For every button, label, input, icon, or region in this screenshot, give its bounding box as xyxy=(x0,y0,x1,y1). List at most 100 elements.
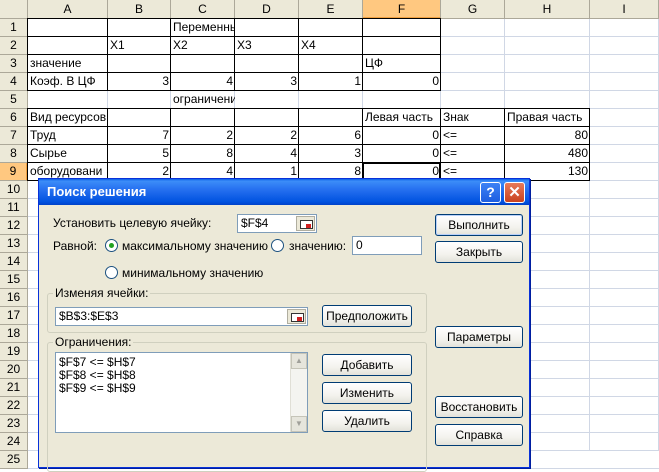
cell-e4[interactable]: 1 xyxy=(299,73,363,90)
row-header-6[interactable]: 6 xyxy=(0,109,28,127)
cell-a8[interactable]: Сырье xyxy=(28,145,108,162)
cell-d2[interactable]: X3 xyxy=(235,37,299,54)
list-item[interactable]: $F$9 <= $H$9 xyxy=(59,382,136,395)
row-header-16[interactable]: 16 xyxy=(0,289,28,307)
value-input[interactable]: 0 xyxy=(352,236,422,255)
row-header-22[interactable]: 22 xyxy=(0,397,28,415)
cell-c2[interactable]: X2 xyxy=(171,37,235,54)
cell-e7[interactable]: 6 xyxy=(299,127,363,144)
cell-c8[interactable]: 8 xyxy=(171,145,235,162)
row-header-7[interactable]: 7 xyxy=(0,127,28,145)
cell-f6[interactable]: Левая часть xyxy=(363,109,441,126)
column-header-h[interactable]: H xyxy=(505,0,590,19)
cell-d7[interactable]: 2 xyxy=(235,127,299,144)
cell-c1[interactable]: Переменные xyxy=(171,19,235,36)
cell-f4[interactable]: 0 xyxy=(363,73,441,90)
cell-g6[interactable]: Знак xyxy=(441,109,505,126)
cell-a7[interactable]: Труд xyxy=(28,127,108,144)
column-header-c[interactable]: C xyxy=(171,0,235,19)
cell-g8[interactable]: <= xyxy=(441,145,505,162)
row-header-13[interactable]: 13 xyxy=(0,235,28,253)
column-header-b[interactable]: B xyxy=(108,0,171,19)
cell-b8[interactable]: 5 xyxy=(108,145,171,162)
radio-value[interactable] xyxy=(271,239,284,252)
options-button[interactable]: Параметры xyxy=(435,326,523,348)
cell-c4[interactable]: 4 xyxy=(171,73,235,90)
row-header-24[interactable]: 24 xyxy=(0,433,28,451)
row-header-12[interactable]: 12 xyxy=(0,217,28,235)
cell-g7[interactable]: <= xyxy=(441,127,505,144)
column-header-d[interactable]: D xyxy=(235,0,299,19)
cell-c5[interactable]: ограничения xyxy=(171,91,235,108)
collapse-dialog-icon[interactable] xyxy=(296,216,315,231)
row-header-2[interactable]: 2 xyxy=(0,37,28,55)
changing-cells-input[interactable]: $B$3:$E$3 xyxy=(55,307,308,326)
grid-line xyxy=(28,90,659,91)
row-header-21[interactable]: 21 xyxy=(0,379,28,397)
select-all-corner[interactable] xyxy=(0,0,28,19)
column-header-a[interactable]: A xyxy=(28,0,108,19)
row-header-11[interactable]: 11 xyxy=(0,199,28,217)
row-header-18[interactable]: 18 xyxy=(0,325,28,343)
row-header-20[interactable]: 20 xyxy=(0,361,28,379)
row-header-5[interactable]: 5 xyxy=(0,91,28,109)
radio-value-label[interactable]: значению: xyxy=(289,239,346,253)
scroll-up-icon[interactable]: ▲ xyxy=(291,353,307,369)
change-button[interactable]: Изменить xyxy=(322,382,412,404)
row-header-14[interactable]: 14 xyxy=(0,253,28,271)
dialog-titlebar[interactable]: Поиск решения ? ✕ xyxy=(39,179,529,205)
help-button[interactable]: Справка xyxy=(435,424,523,446)
row-header-17[interactable]: 17 xyxy=(0,307,28,325)
column-header-i[interactable]: I xyxy=(590,0,659,19)
solve-button[interactable]: Выполнить xyxy=(435,214,523,236)
row-header-4[interactable]: 4 xyxy=(0,73,28,91)
target-cell-input[interactable]: $F$4 xyxy=(237,214,317,233)
cell-c7[interactable]: 2 xyxy=(171,127,235,144)
close-icon[interactable]: ✕ xyxy=(504,182,525,203)
cell-border xyxy=(363,19,441,37)
cell-e2[interactable]: X4 xyxy=(299,37,363,54)
cell-f7[interactable]: 0 xyxy=(363,127,441,144)
cell-b2[interactable]: X1 xyxy=(108,37,171,54)
cell-e8[interactable]: 3 xyxy=(299,145,363,162)
radio-max[interactable] xyxy=(105,239,118,252)
cell-h6[interactable]: Правая часть xyxy=(505,109,590,126)
row-header-1[interactable]: 1 xyxy=(0,19,28,37)
reset-button[interactable]: Восстановить xyxy=(435,396,523,418)
scroll-down-icon[interactable]: ▼ xyxy=(291,416,307,432)
radio-min-label[interactable]: минимальному значению xyxy=(122,266,263,280)
guess-button[interactable]: Предположить xyxy=(322,305,412,327)
constraints-list[interactable]: $F$7 <= $H$7 $F$8 <= $H$8 $F$9 <= $H$9 ▲… xyxy=(55,352,308,433)
cell-d8[interactable]: 4 xyxy=(235,145,299,162)
help-icon[interactable]: ? xyxy=(480,182,501,203)
constraints-scrollbar[interactable]: ▲ ▼ xyxy=(290,353,307,432)
close-button[interactable]: Закрыть xyxy=(435,241,523,263)
row-header-19[interactable]: 19 xyxy=(0,343,28,361)
row-header-23[interactable]: 23 xyxy=(0,415,28,433)
row-header-9[interactable]: 9 xyxy=(0,163,28,181)
cell-a6[interactable]: Вид ресурсов xyxy=(28,109,108,126)
row-header-8[interactable]: 8 xyxy=(0,145,28,163)
cell-a3[interactable]: значение xyxy=(28,55,108,72)
column-header-g[interactable]: G xyxy=(441,0,505,19)
cell-b4[interactable]: 3 xyxy=(108,73,171,90)
cell-a4[interactable]: Коэф. В ЦФ xyxy=(28,73,108,90)
cell-h7[interactable]: 80 xyxy=(505,127,590,144)
row-header-3[interactable]: 3 xyxy=(0,55,28,73)
cell-border xyxy=(28,19,108,37)
column-header-e[interactable]: E xyxy=(299,0,363,19)
cell-b7[interactable]: 7 xyxy=(108,127,171,144)
row-header-25[interactable]: 25 xyxy=(0,451,28,469)
add-button[interactable]: Добавить xyxy=(322,354,412,376)
row-header-15[interactable]: 15 xyxy=(0,271,28,289)
cell-f8[interactable]: 0 xyxy=(363,145,441,162)
collapse-dialog-icon[interactable] xyxy=(287,309,306,324)
cell-d4[interactable]: 3 xyxy=(235,73,299,90)
radio-min[interactable] xyxy=(105,266,118,279)
row-header-10[interactable]: 10 xyxy=(0,181,28,199)
cell-f3[interactable]: ЦФ xyxy=(363,55,441,72)
cell-h8[interactable]: 480 xyxy=(505,145,590,162)
column-header-f[interactable]: F xyxy=(363,0,441,19)
delete-button[interactable]: Удалить xyxy=(322,410,412,432)
radio-max-label[interactable]: максимальному значению xyxy=(122,239,268,253)
